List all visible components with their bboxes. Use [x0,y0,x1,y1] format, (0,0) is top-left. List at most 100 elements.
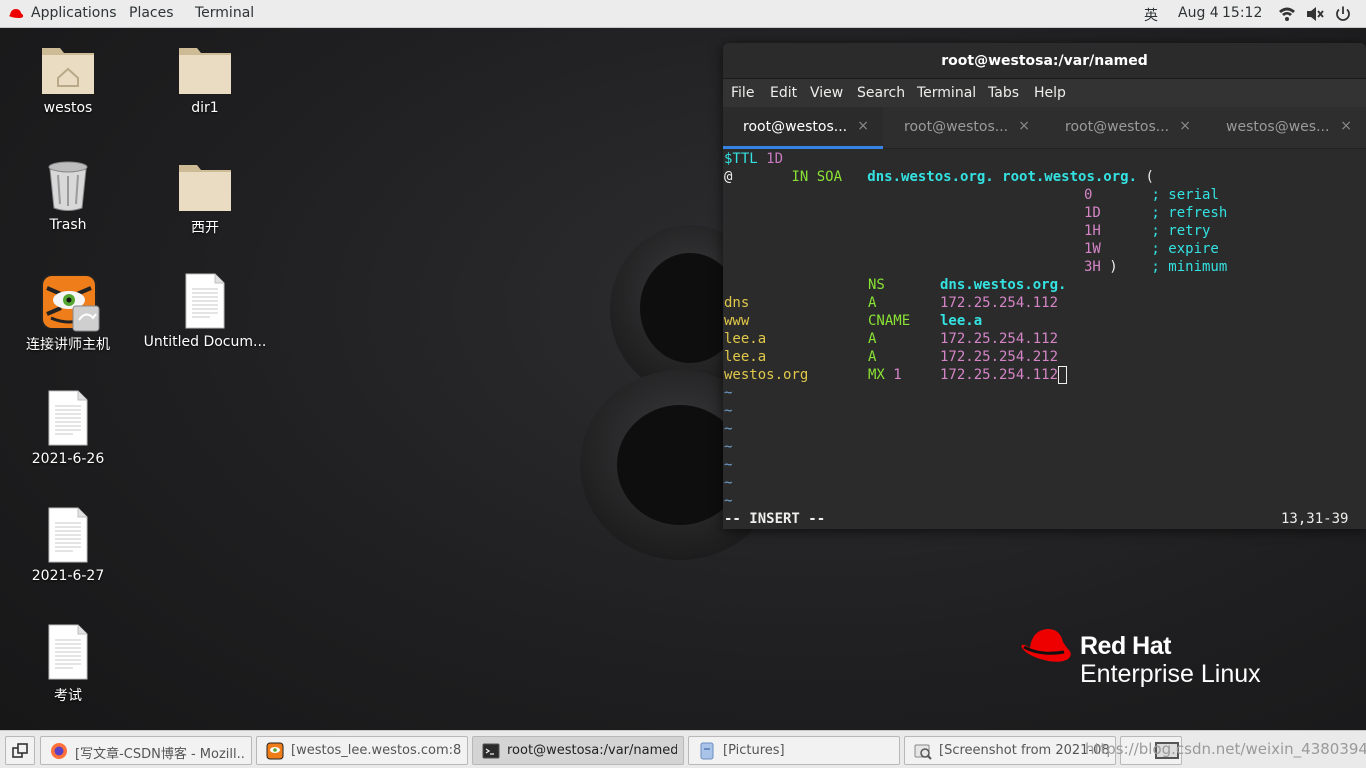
zone-line-5: 1H ; retry [1084,223,1211,239]
terminal-tab-1[interactable]: root@westos... × [723,107,883,149]
tab-label: root@westos... [743,119,848,135]
menu-search[interactable]: Search [857,85,905,101]
desktop-icon-label: 2021-6-26 [31,451,105,467]
text-cursor [1058,366,1068,384]
zone-line-10: www [724,313,750,329]
close-icon[interactable]: × [1018,118,1030,134]
empty-line-tilde: ~ [724,385,733,401]
zone-line-13-value: 172.25.254.112 [940,366,1068,384]
desktop-icon-vnc[interactable]: 连接讲师主机 [3,272,133,354]
desktop-icon-trash[interactable]: Trash [3,158,133,238]
terminal-tab-3[interactable]: root@westos... × [1045,107,1205,149]
taskbar-item-firefox[interactable]: [写文章-CSDN博客 - Mozill... [40,736,252,765]
tab-label: root@westos... [1065,119,1170,135]
zone-line-7: 3H ) ; minimum [1084,259,1228,275]
places-menu[interactable]: Places [129,5,174,21]
terminal-tab-2[interactable]: root@westos... × [884,107,1044,149]
tab-label: root@westos... [904,119,1009,135]
screenshot-icon [914,744,932,760]
volume-muted-icon[interactable] [1306,6,1324,22]
firefox-icon [51,743,67,759]
desktop-icon-westos[interactable]: westos [3,38,133,122]
show-desktop-icon [12,743,28,758]
close-icon[interactable]: × [1340,118,1352,134]
desktop-icon-kaoshi[interactable]: 考试 [3,623,133,705]
empty-line-tilde: ~ [724,493,733,509]
clock-date[interactable]: Aug 4 [1178,5,1219,21]
zone-line-6: 1W ; expire [1084,241,1219,257]
menu-view[interactable]: View [810,85,843,101]
vim-mode-status: -- INSERT -- [724,511,826,527]
desktop-icon-untitled-document[interactable]: Untitled Docum... [140,272,270,354]
menu-file[interactable]: File [731,85,754,101]
zone-line-8: NS [868,277,885,293]
close-icon[interactable]: × [1179,118,1191,134]
redhat-brand-line1: Red Hat [1080,632,1171,660]
desktop-icon-dir1[interactable]: dir1 [140,38,270,122]
menu-tabs[interactable]: Tabs [988,85,1019,101]
redhat-hat-icon [9,9,24,18]
zone-line-11-value: 172.25.254.112 [940,331,1059,347]
zone-line-13: westos.org [724,367,809,383]
redhat-logo-icon [1021,629,1071,662]
zone-line-3: 0 ; serial [1084,187,1219,203]
home-folder-icon [42,48,94,94]
terminal-tab-4[interactable]: westos@wes... × [1206,107,1366,149]
empty-line-tilde: ~ [724,457,733,473]
vnc-tiger-icon [266,742,284,760]
terminal-app-menu[interactable]: Terminal [195,5,254,21]
taskbar-item-terminal[interactable]: root@westosa:/var/named [472,736,684,765]
document-icon [48,507,88,563]
power-icon[interactable] [1334,6,1352,22]
clock-time[interactable]: 15:12 [1222,5,1262,21]
menu-terminal[interactable]: Terminal [917,85,976,101]
desktop-icon-label: Untitled Docum... [143,334,267,350]
taskbar-item-label: root@westosa:/var/named [507,743,677,758]
zone-line-10-type: CNAME [868,313,911,329]
menu-edit[interactable]: Edit [770,85,797,101]
trash-icon [48,161,88,211]
tab-label: westos@wes... [1226,119,1330,135]
desktop-icon-label: dir1 [191,100,219,116]
applications-menu[interactable]: Applications [31,5,117,21]
taskbar-item-label: [Screenshot from 2021-08-... [939,743,1109,758]
menu-help[interactable]: Help [1034,85,1066,101]
taskbar-item-label: [写文章-CSDN博客 - Mozill... [75,747,245,762]
zone-line-12-type: A [868,349,877,365]
taskbar-item-label: [Pictures] [723,743,785,758]
zone-line-11: lee.a [724,331,767,347]
empty-line-tilde: ~ [724,475,733,491]
taskbar-item-pictures[interactable]: [Pictures] [688,736,900,765]
zone-line-9-value: 172.25.254.112 [940,295,1059,311]
zone-line-12: lee.a [724,349,767,365]
document-icon [185,273,225,329]
terminal-title[interactable]: root@westosa:/var/named [723,43,1366,79]
taskbar-item-vnc[interactable]: [westos_lee.westos.com:8 ... [256,736,468,765]
desktop-icon-label: 考试 [54,688,82,704]
zone-line-10-value: lee.a [940,313,983,329]
desktop-icon-xikai[interactable]: 西开 [140,155,270,239]
desktop-icon-2021-6-26[interactable]: 2021-6-26 [3,389,133,471]
terminal-content[interactable]: $TTL 1D @ IN SOA dns.westos.org. root.we… [723,150,1366,529]
close-icon[interactable]: × [857,118,869,134]
zone-line-12-value: 172.25.254.212 [940,349,1059,365]
desktop-icon-label: 西开 [191,220,219,236]
top-bar: Applications Places Terminal 英 Aug 4 15:… [0,0,1366,28]
terminal-window[interactable]: root@westosa:/var/named File Edit View S… [723,43,1366,529]
zone-line-8-value: dns.westos.org. [940,277,1067,293]
wifi-icon[interactable] [1278,6,1296,22]
desktop-icon-label: 2021-6-27 [31,568,105,584]
folder-icon [179,165,231,211]
file-manager-icon [700,742,714,760]
terminal-menubar: File Edit View Search Terminal Tabs Help [723,79,1366,107]
desktop-icon-label: 连接讲师主机 [26,337,110,353]
zone-line-2: @ IN SOA dns.westos.org. root.westos.org… [724,169,1154,185]
zone-line-9-type: A [868,295,877,311]
desktop-icon-2021-6-27[interactable]: 2021-6-27 [3,506,133,588]
document-icon [48,624,88,680]
taskbar-item-label: [westos_lee.westos.com:8 ... [291,743,461,758]
zone-line-13-type: MX 1 [868,367,902,383]
show-desktop-button[interactable] [5,736,35,765]
input-method-indicator[interactable]: 英 [1144,5,1158,25]
vim-cursor-position: 13,31-39 [1281,511,1349,527]
